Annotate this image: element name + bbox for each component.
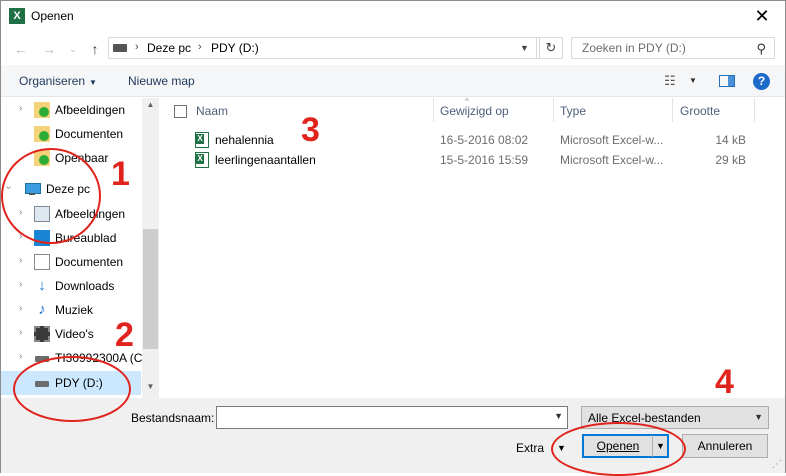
organize-label: Organiseren xyxy=(19,74,86,88)
column-header-modified[interactable]: Gewijzigd op xyxy=(440,104,509,118)
file-modified: 15-5-2016 15:59 xyxy=(440,153,529,167)
file-name: nehalennia xyxy=(215,133,274,147)
search-icon: ⚲ xyxy=(756,41,766,56)
breadcrumb-deze-pc[interactable]: Deze pc xyxy=(147,41,191,55)
annotation-circle xyxy=(1,148,101,244)
forward-arrow-icon[interactable]: → xyxy=(39,39,59,59)
chevron-right-icon[interactable]: › xyxy=(19,351,22,362)
resize-grip-icon[interactable]: ⋰ xyxy=(772,459,782,470)
title-bar: X Openen ✕ xyxy=(1,1,785,33)
open-dialog: X Openen ✕ ← → ⌄ ↑ › Deze pc › PDY (D:) … xyxy=(0,0,786,476)
chevron-down-icon: ▼ xyxy=(89,78,97,87)
breadcrumb-separator: › xyxy=(198,41,202,53)
file-type: Microsoft Excel-w... xyxy=(560,133,664,147)
navigation-pane[interactable]: › Afbeeldingen Documenten Openbaar › Dez… xyxy=(1,98,158,398)
breadcrumb-separator: › xyxy=(135,41,139,53)
close-button[interactable]: ✕ xyxy=(739,1,785,31)
folder-icon xyxy=(34,102,50,118)
file-size: 14 kB xyxy=(715,133,746,147)
column-header-size[interactable]: Grootte xyxy=(680,104,720,118)
column-divider[interactable] xyxy=(433,98,434,122)
tree-item-documenten-pc[interactable]: › Documenten xyxy=(1,250,141,274)
excel-icon: X xyxy=(9,8,25,24)
extra-button[interactable]: Extra xyxy=(516,441,544,455)
nav-scrollbar[interactable]: ▲ ▼ xyxy=(142,98,159,398)
drive-icon xyxy=(113,44,127,52)
annotation-number: 3 xyxy=(301,111,320,149)
column-header-type[interactable]: Type xyxy=(560,104,586,118)
chevron-right-icon[interactable]: › xyxy=(19,327,22,338)
video-icon xyxy=(34,326,50,342)
refresh-icon[interactable]: ↻ xyxy=(539,37,563,59)
command-bar: Organiseren ▼ Nieuwe map ☷ ▼ ? xyxy=(1,65,785,97)
column-divider[interactable] xyxy=(672,98,673,122)
filename-input[interactable]: ▼ xyxy=(216,406,568,429)
help-icon[interactable]: ? xyxy=(753,73,770,90)
annotation-circle xyxy=(551,422,686,476)
select-all-checkbox[interactable] xyxy=(174,105,187,118)
file-name: leerlingenaantallen xyxy=(215,153,316,167)
file-list[interactable]: ^ Naam Gewijzigd op Type Grootte nehalen… xyxy=(160,97,785,398)
tree-item-documenten[interactable]: Documenten xyxy=(1,122,141,146)
search-input[interactable]: Zoeken in PDY (D:) ⚲ xyxy=(571,37,775,59)
annotation-circle xyxy=(13,356,131,422)
new-folder-button[interactable]: Nieuwe map xyxy=(128,74,195,88)
tree-label: Documenten xyxy=(55,127,124,141)
tree-item-downloads[interactable]: › ↓ Downloads xyxy=(1,274,141,298)
music-icon: ♪ xyxy=(38,301,46,318)
up-arrow-icon[interactable]: ↑ xyxy=(85,39,105,59)
address-dropdown-icon[interactable]: ▼ xyxy=(513,37,537,59)
annotation-number: 4 xyxy=(715,363,734,401)
address-bar[interactable]: › Deze pc › PDY (D:) xyxy=(108,37,563,59)
view-options-icon[interactable]: ☷ xyxy=(664,73,676,89)
back-arrow-icon[interactable]: ← xyxy=(11,39,31,59)
file-size: 29 kB xyxy=(715,153,746,167)
excel-file-icon xyxy=(195,152,209,168)
cancel-button[interactable]: Annuleren xyxy=(682,434,768,458)
scrollbar-thumb[interactable] xyxy=(143,229,158,349)
breadcrumb-pdy-d[interactable]: PDY (D:) xyxy=(211,41,259,55)
column-header-name[interactable]: Naam xyxy=(196,104,228,118)
tree-label: Downloads xyxy=(55,279,115,293)
sync-check-icon xyxy=(39,131,49,141)
tree-label: Documenten xyxy=(55,255,124,269)
filename-label: Bestandsnaam: xyxy=(131,411,215,425)
excel-file-icon xyxy=(195,132,209,148)
organize-button[interactable]: Organiseren ▼ xyxy=(19,74,97,88)
chevron-down-icon[interactable]: ▼ xyxy=(554,411,563,421)
sync-check-icon xyxy=(39,107,49,117)
chevron-right-icon[interactable]: › xyxy=(19,255,22,266)
recent-locations-chevron-icon[interactable]: ⌄ xyxy=(63,39,83,59)
column-divider[interactable] xyxy=(754,98,755,122)
annotation-number: 1 xyxy=(111,155,130,193)
file-row[interactable]: leerlingenaantallen 15-5-2016 15:59 Micr… xyxy=(160,150,785,170)
chevron-right-icon[interactable]: › xyxy=(19,103,22,114)
scroll-down-icon[interactable]: ▼ xyxy=(142,382,159,391)
chevron-down-icon: ▼ xyxy=(754,412,763,422)
preview-pane-icon[interactable] xyxy=(719,75,735,87)
tree-item-afbeeldingen[interactable]: › Afbeeldingen xyxy=(1,98,141,122)
tree-label: Video's xyxy=(55,327,94,341)
window-title: Openen xyxy=(31,9,74,23)
scroll-up-icon[interactable]: ▲ xyxy=(142,100,159,109)
chevron-right-icon[interactable]: › xyxy=(19,303,22,314)
chevron-down-icon[interactable]: ▼ xyxy=(689,76,697,85)
file-type: Microsoft Excel-w... xyxy=(560,153,664,167)
file-row[interactable]: nehalennia 16-5-2016 08:02 Microsoft Exc… xyxy=(160,130,785,150)
column-divider[interactable] xyxy=(553,98,554,122)
folder-icon xyxy=(34,126,50,142)
annotation-number: 2 xyxy=(115,316,134,354)
download-icon: ↓ xyxy=(38,277,46,294)
file-modified: 16-5-2016 08:02 xyxy=(440,133,529,147)
chevron-right-icon[interactable]: › xyxy=(19,279,22,290)
documents-icon xyxy=(34,254,50,270)
search-placeholder: Zoeken in PDY (D:) xyxy=(582,41,686,55)
tree-label: Afbeeldingen xyxy=(55,103,126,117)
tree-label: Muziek xyxy=(55,303,94,317)
